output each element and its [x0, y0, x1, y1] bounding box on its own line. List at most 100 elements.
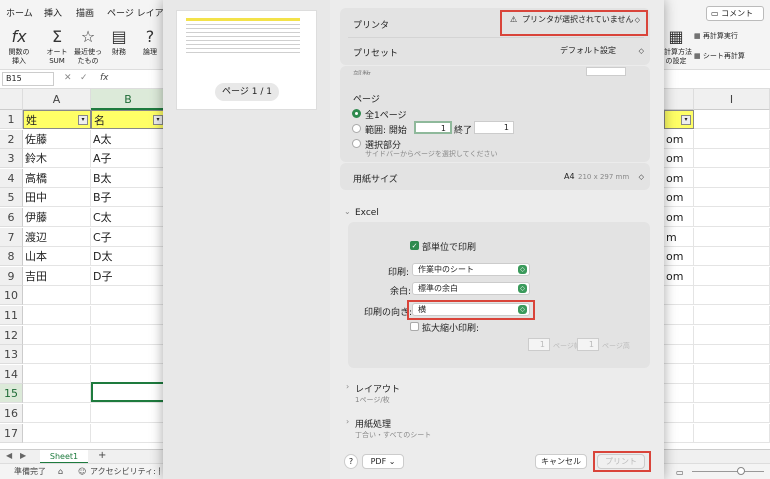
prev-sheet-icon[interactable]: ◀ [6, 451, 12, 460]
copies-field[interactable] [586, 67, 626, 76]
table-cell[interactable] [91, 286, 166, 306]
tab-draw[interactable]: 描画 [76, 6, 94, 19]
scale-wide-field[interactable]: 1 [528, 338, 550, 351]
column-header-b[interactable]: B [91, 89, 166, 110]
filter-dropdown-icon[interactable]: ▾ [78, 115, 88, 125]
column-header-h[interactable] [664, 89, 694, 110]
table-cell[interactable] [694, 364, 770, 384]
insert-function-button[interactable]: fx 関数の 挿入 [5, 28, 33, 66]
column-header-a[interactable]: A [23, 89, 91, 110]
sheet-tab-sheet1[interactable]: Sheet1 [40, 450, 88, 464]
table-cell[interactable]: 伊藤 [23, 208, 91, 227]
excel-section-label[interactable]: Excel [355, 208, 379, 218]
table-cell[interactable]: 山本 [23, 247, 91, 267]
table-cell[interactable]: 高橋 [23, 168, 91, 188]
row-header[interactable]: 4 [0, 168, 23, 188]
all-pages-radio[interactable] [352, 109, 361, 118]
table-cell[interactable] [694, 325, 770, 345]
logical-button[interactable]: ? 論理 [138, 28, 162, 57]
scale-tall-field[interactable]: 1 [577, 338, 599, 351]
table-cell[interactable] [664, 306, 694, 325]
pdf-menu-button[interactable]: PDF ⌄ [362, 454, 404, 469]
table-cell[interactable]: 佐藤 [23, 129, 91, 149]
recalc-sheet-button[interactable]: ▦ シート再計算 [694, 51, 745, 61]
table-cell[interactable]: 渡辺 [23, 227, 91, 247]
table-cell[interactable]: A子 [91, 149, 166, 169]
table-cell[interactable] [694, 129, 770, 149]
help-button[interactable]: ? [344, 454, 358, 469]
filter-dropdown-icon[interactable]: ▾ [681, 115, 691, 125]
financial-button[interactable]: ▤ 財務 [106, 28, 132, 57]
recalc-now-button[interactable]: ▦ 再計算実行 [694, 31, 738, 41]
confirm-icon[interactable]: ✓ [80, 73, 88, 83]
table-cell[interactable] [694, 423, 770, 443]
page-view-icon[interactable]: ▭ [676, 465, 684, 479]
table-cell[interactable] [664, 384, 694, 404]
scale-checkbox[interactable] [410, 322, 419, 331]
active-cell-b15[interactable] [91, 382, 166, 402]
table-cell[interactable]: 鈴木 [23, 149, 91, 169]
table-cell[interactable] [664, 423, 694, 443]
table-cell[interactable] [694, 247, 770, 267]
table-cell[interactable] [664, 325, 694, 345]
autosum-button[interactable]: Σ オート SUM [42, 28, 72, 66]
next-sheet-icon[interactable]: ▶ [20, 451, 26, 460]
layout-disclosure-icon[interactable]: › [346, 382, 349, 391]
table-cell[interactable] [23, 423, 91, 443]
filter-dropdown-icon[interactable]: ▾ [153, 115, 163, 125]
zoom-slider[interactable] [692, 471, 764, 472]
recent-functions-button[interactable]: ☆ 最近使っ たもの [74, 28, 102, 66]
table-cell[interactable] [23, 325, 91, 345]
row-header[interactable]: 1 [0, 110, 23, 129]
range-from-field[interactable]: 1 [414, 121, 452, 134]
row-header[interactable]: 12 [0, 325, 23, 345]
table-cell[interactable]: C太 [91, 208, 166, 227]
row-header[interactable]: 15 [0, 384, 23, 404]
table-cell[interactable] [91, 325, 166, 345]
table-cell[interactable] [694, 168, 770, 188]
row-header[interactable]: 5 [0, 188, 23, 208]
row-header[interactable]: 13 [0, 345, 23, 365]
table-cell[interactable] [23, 404, 91, 423]
row-header[interactable]: 9 [0, 266, 23, 286]
table-cell[interactable]: om [664, 168, 694, 188]
name-box[interactable]: B15 [2, 72, 54, 86]
tab-insert[interactable]: 挿入 [44, 6, 62, 19]
table-cell[interactable] [694, 404, 770, 423]
table-cell[interactable]: C子 [91, 227, 166, 247]
table-cell[interactable]: om [664, 266, 694, 286]
table-cell[interactable]: 田中 [23, 188, 91, 208]
table-cell[interactable] [694, 384, 770, 404]
selection-radio[interactable] [352, 139, 361, 148]
paper-handling-disclosure-icon[interactable]: › [346, 417, 349, 426]
preset-select[interactable]: デフォルト設定 ◇ [558, 44, 646, 58]
accessibility-status[interactable]: アクセシビリティ: 問題 [90, 464, 160, 479]
column-header-i[interactable]: I [694, 89, 770, 110]
table-cell[interactable] [664, 404, 694, 423]
range-radio[interactable] [352, 124, 361, 133]
table-cell[interactable] [23, 345, 91, 365]
table-cell[interactable]: A太 [91, 129, 166, 149]
cancel-button[interactable]: キャンセル [535, 454, 587, 469]
table-cell[interactable] [23, 384, 91, 404]
range-to-field[interactable]: 1 [474, 121, 514, 134]
print-what-select[interactable]: 作業中のシート ◇ [412, 263, 530, 276]
add-sheet-button[interactable]: + [98, 450, 106, 461]
table-cell[interactable] [664, 345, 694, 365]
table-cell[interactable] [664, 364, 694, 384]
table-cell[interactable] [694, 110, 770, 129]
table-cell[interactable]: m [664, 227, 694, 247]
cancel-icon[interactable]: ✕ [64, 73, 72, 83]
row-header[interactable]: 2 [0, 129, 23, 149]
row-header[interactable]: 14 [0, 364, 23, 384]
table-cell[interactable] [664, 286, 694, 306]
table-cell[interactable] [694, 266, 770, 286]
table-cell[interactable] [694, 227, 770, 247]
row-header[interactable]: 16 [0, 404, 23, 423]
table-cell[interactable] [694, 188, 770, 208]
calc-options-button[interactable]: ▦ 計算方法 の設定 [664, 28, 692, 66]
table-cell[interactable] [91, 404, 166, 423]
header-cell[interactable]: ▾ [664, 110, 694, 129]
comment-button[interactable]: ▭ コメント [706, 6, 764, 21]
header-cell[interactable]: 名 ▾ [91, 110, 166, 129]
